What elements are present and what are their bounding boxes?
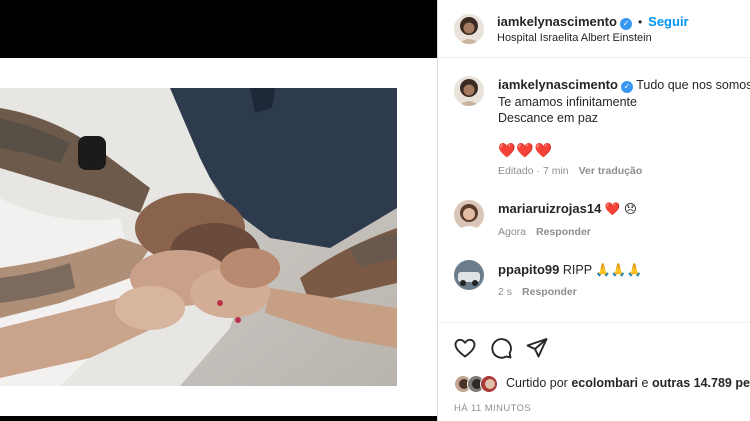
comment-time: 2 s	[498, 286, 513, 298]
comment-2: ppapito99 RIPP 🙏🙏🙏	[498, 262, 642, 279]
liked-by-summary: Curtido por ecolombari e outras 14.789 p…	[506, 376, 750, 390]
liked-by-user[interactable]: ecolombari	[571, 376, 638, 390]
caption-edited-time: Editado · 7 min	[498, 165, 569, 177]
verified-badge-icon: ✓	[619, 18, 632, 30]
caption-meta: Editado · 7 min Ver tradução	[498, 165, 642, 177]
reply-button[interactable]: Responder	[536, 226, 591, 238]
commenter-avatar[interactable]	[454, 200, 484, 230]
liker-avatar[interactable]	[480, 375, 498, 393]
action-bar: Curtido por ecolombari e outras 14.789 p…	[438, 322, 750, 421]
author-username[interactable]: iamkelynascimento	[497, 14, 617, 29]
comment-text: ❤️ 😞	[604, 202, 637, 216]
liked-by-prefix: Curtido por	[506, 376, 568, 390]
post-photo[interactable]	[0, 88, 397, 386]
heart-outline-icon[interactable]	[453, 336, 477, 360]
verified-badge-icon: ✓	[620, 81, 633, 93]
caption-author-avatar[interactable]	[454, 76, 484, 106]
comment-2-meta: 2 s Responder	[498, 286, 577, 298]
caption-text-line3: Descance em paz	[498, 111, 599, 125]
media-pane	[0, 0, 437, 421]
comment-bubble-icon[interactable]	[489, 336, 513, 360]
comment-username[interactable]: mariaruizrojas14	[498, 201, 601, 216]
media-bottom-letterbox	[0, 416, 437, 421]
caption-author-username[interactable]: iamkelynascimento	[498, 77, 618, 92]
follow-button[interactable]: Seguir	[648, 14, 688, 29]
see-translation-link[interactable]: Ver tradução	[579, 165, 643, 177]
separator-dot: •	[637, 15, 643, 29]
post-location[interactable]: Hospital Israelita Albert Einstein	[497, 32, 652, 44]
commenter-avatar[interactable]	[454, 260, 484, 290]
post-side-panel: iamkelynascimento ✓ • Seguir Hospital Israe…	[437, 0, 750, 421]
caption-first-line: iamkelynascimento✓ Tudo que nos somos é	[498, 77, 750, 94]
media-top-letterbox	[0, 0, 437, 58]
caption-text-line1: Tudo que nos somos é	[636, 78, 750, 92]
comment-text: RIPP 🙏🙏🙏	[562, 263, 643, 277]
comment-1: mariaruizrojas14 ❤️ 😞	[498, 201, 637, 218]
paper-plane-icon[interactable]	[525, 336, 549, 360]
liked-by-middle: e	[641, 376, 649, 390]
comment-1-meta: Agora Responder	[498, 226, 591, 238]
author-avatar[interactable]	[454, 14, 484, 44]
comment-username[interactable]: ppapito99	[498, 262, 559, 277]
comment-time: Agora	[498, 226, 527, 238]
caption-text-line2: Te amamos infinitamente	[498, 95, 637, 109]
liked-by-others[interactable]: outras 14.789 pessoas	[652, 376, 750, 390]
caption-hearts: ❤️❤️❤️	[498, 142, 554, 158]
reply-button[interactable]: Responder	[522, 286, 577, 298]
post-header: iamkelynascimento ✓ • Seguir Hospital Israe…	[438, 0, 750, 58]
post-timestamp[interactable]: HÁ 11 MINUTOS	[454, 403, 531, 414]
